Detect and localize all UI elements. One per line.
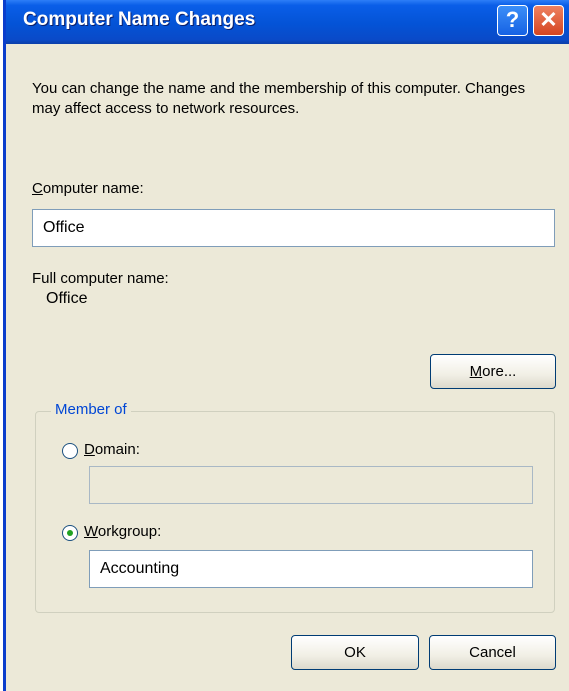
more-button[interactable]: More...	[430, 354, 556, 389]
description-text: You can change the name and the membersh…	[32, 80, 526, 117]
domain-label[interactable]: Domain:	[84, 441, 140, 458]
cancel-button[interactable]: Cancel	[429, 635, 556, 670]
workgroup-input[interactable]: Accounting	[89, 550, 533, 588]
workgroup-label[interactable]: Workgroup:	[84, 523, 161, 540]
title-bar[interactable]: Computer Name Changes ? ✕	[6, 0, 569, 44]
radio-selected-dot	[67, 530, 73, 536]
domain-radio[interactable]	[62, 443, 78, 459]
full-computer-name-label: Full computer name:	[32, 270, 169, 287]
close-icon: ✕	[539, 7, 558, 32]
computer-name-input[interactable]: Office	[32, 209, 555, 247]
computer-name-label: Computer name:	[32, 180, 144, 197]
ok-button[interactable]: OK	[291, 635, 419, 670]
domain-input[interactable]	[89, 466, 533, 504]
member-of-title: Member of	[51, 401, 131, 418]
window-title: Computer Name Changes	[23, 9, 256, 30]
full-computer-name-value: Office	[46, 290, 88, 307]
close-button[interactable]: ✕	[533, 5, 564, 36]
workgroup-radio[interactable]	[62, 525, 78, 541]
help-button[interactable]: ?	[497, 5, 528, 36]
help-icon: ?	[505, 7, 520, 32]
